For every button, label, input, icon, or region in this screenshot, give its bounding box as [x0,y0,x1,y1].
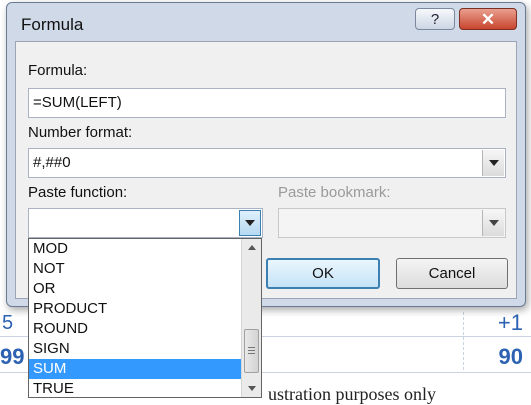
help-button[interactable]: ? [415,8,455,30]
ok-button[interactable]: OK [266,258,380,289]
number-format-combo[interactable]: #,##0 [28,148,506,178]
doc-caption: ustration purposes only [268,384,436,404]
close-button[interactable]: ✕ [459,8,517,30]
chevron-down-icon[interactable] [239,210,261,236]
paste-function-combo[interactable] [28,208,263,238]
chevron-down-icon[interactable] [482,150,504,176]
chevron-down-icon[interactable] [482,210,504,236]
cancel-button[interactable]: Cancel [396,258,508,289]
table-column-divider [463,312,464,370]
paste-bookmark-combo[interactable] [278,208,506,238]
list-item[interactable]: SIGN [29,339,243,359]
paste-bookmark-label: Paste bookmark: [278,184,391,201]
doc-cell-value: +1 [497,310,523,335]
doc-cell-partial: 99 [0,344,25,369]
dialog-titlebar[interactable]: Formula ? ✕ [7,3,525,43]
function-dropdown-list[interactable]: MOD NOT OR PRODUCT ROUND SIGN SUM TRUE [28,238,262,398]
formula-label: Formula: [28,62,88,79]
list-item-selected[interactable]: SUM [29,359,243,379]
list-item[interactable]: MOD [29,239,243,259]
dialog-title: Formula [21,15,84,34]
number-format-value: #,##0 [33,154,71,171]
number-format-label: Number format: [28,124,133,141]
vertical-scrollbar[interactable] [241,239,261,397]
arrow-up-icon[interactable] [242,239,261,256]
list-item[interactable]: OR [29,279,243,299]
arrow-down-icon[interactable] [242,380,261,397]
list-item[interactable]: NOT [29,259,243,279]
doc-cell-total: 90 [498,344,523,369]
paste-function-label: Paste function: [28,184,128,201]
list-item[interactable]: PRODUCT [29,299,243,319]
formula-field[interactable]: =SUM(LEFT) [28,88,506,118]
list-item[interactable]: TRUE [29,379,243,399]
scroll-thumb[interactable] [244,329,259,373]
doc-cell-partial: 5 [2,312,14,334]
list-item[interactable]: ROUND [29,319,243,339]
